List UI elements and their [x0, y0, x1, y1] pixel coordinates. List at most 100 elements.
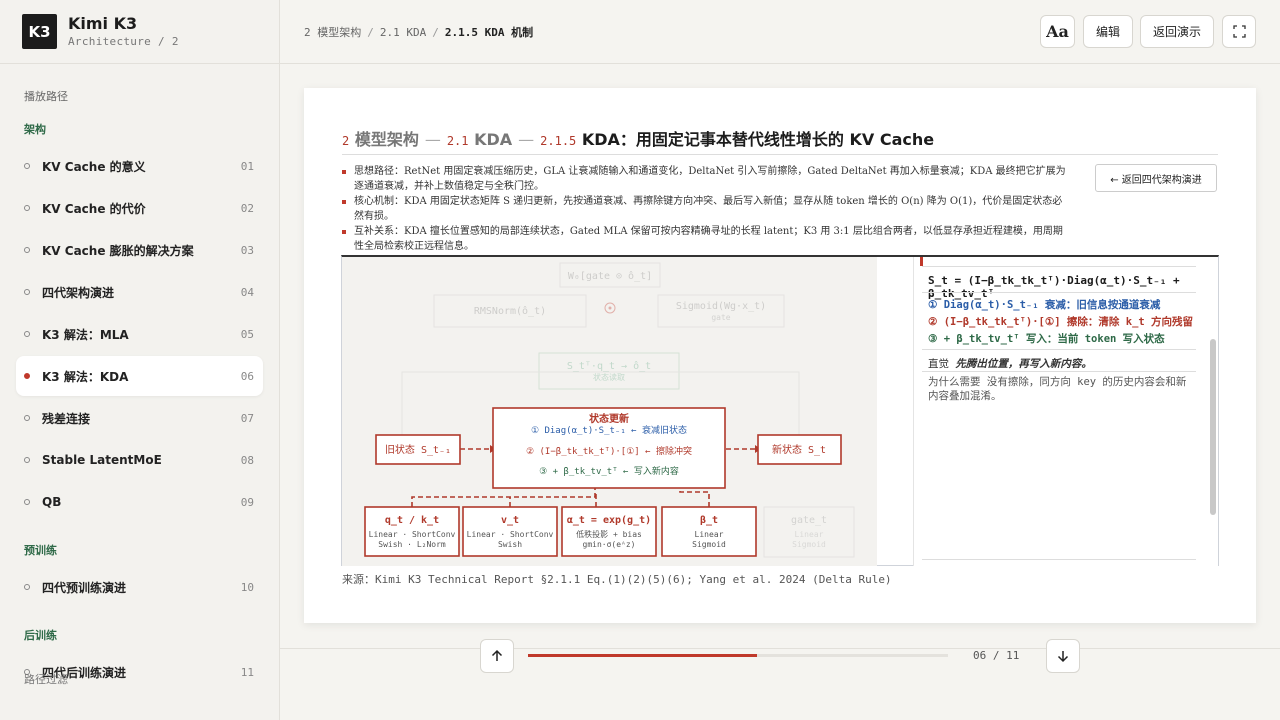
bullet-item: 核心机制：KDA 用固定状态矩阵 S 递归更新，先按通道衰减、再擦除键方向冲突、… [342, 194, 1072, 224]
font-button[interactable]: Aa [1040, 15, 1075, 48]
slide-counter: 06 / 11 [973, 649, 1020, 662]
arrow-down-icon [1057, 651, 1069, 663]
bullet-item: 互补关系：KDA 擅长位置感知的局部连续状态，Gated MLA 保留可按内容精… [342, 224, 1072, 254]
sidebar-item[interactable]: Stable LatentMoE 08 [16, 440, 263, 480]
slide: 2 模型架构 —2.1 KDA —2.1.5 KDA：用固定记事本替代线性增长的 K… [304, 88, 1256, 623]
sidebar-item-label: 四代后训练演进 [42, 665, 127, 680]
kda-diagram: W₀[gate ⊙ ô_t] RMSNorm(ô_t) Sigmoid(Wg·x… [342, 257, 877, 566]
alpha-input-title: α_t = exp(g_t) [567, 515, 651, 526]
sidebar-item-active[interactable]: K3 解法：KDA 06 [16, 356, 263, 396]
progress-track[interactable] [528, 654, 948, 657]
bullet-list: 思想路径：RetNet 用固定衰减压缩历史，GLA 让衰减随输入和通道变化，De… [342, 164, 1072, 254]
state-update-line1: ① Diag(α_t)·S_t₋₁ ← 衰减旧状态 [531, 424, 687, 436]
nav-dot-icon [24, 373, 30, 379]
sidebar-item-label: KV Cache 的代价 [42, 201, 146, 216]
sidebar-item[interactable]: KV Cache 的意义 01 [16, 146, 263, 186]
sidebar-item-num: 08 [240, 453, 254, 467]
title-section: KDA [474, 130, 513, 149]
sidebar-item-num: 04 [240, 285, 254, 299]
sidebar-item-label: K3 解法：MLA [42, 327, 129, 342]
brand-logo: K3 [22, 14, 57, 49]
expand-icon [1232, 25, 1246, 38]
sidebar-item-num: 07 [240, 411, 254, 425]
formula-panel[interactable]: S_t = (I−β_tk_tk_tᵀ)·Diag(α_t)·S_t₋₁ + β… [913, 257, 1218, 566]
v-input-title: v_t [501, 515, 519, 526]
sidebar-item[interactable]: QB 09 [16, 482, 263, 522]
beta-input-l2: Sigmoid [692, 540, 726, 549]
state-update-title: 状态更新 [589, 412, 629, 425]
route-filter-label[interactable]: 路径过滤 [24, 671, 68, 687]
panel-divider [922, 371, 1196, 372]
sidebar-item-num: 02 [240, 201, 254, 215]
title-main: KDA：用固定记事本替代线性增长的 KV Cache [581, 130, 935, 149]
old-state-label: 旧状态 S_t₋₁ [385, 443, 451, 456]
panel-divider [922, 349, 1196, 350]
panel-step1: ① Diag(α_t)·S_t₋₁ 衰减：旧信息按通道衰减 [928, 299, 1161, 311]
title-section: 模型架构 [354, 130, 419, 149]
beta-input-l1: Linear [695, 530, 724, 539]
sidebar-item[interactable]: KV Cache 的代价 02 [16, 188, 263, 228]
sidebar-item-num: 01 [240, 159, 254, 173]
slide-title: 2 模型架构 —2.1 KDA —2.1.5 KDA：用固定记事本替代线性增长的 K… [342, 130, 935, 149]
alpha-input-l1: 低秩投影 + bias [576, 529, 642, 539]
state-update-line3: ③ + β_tk_tv_tᵀ ← 写入新内容 [539, 465, 679, 477]
panel-scrollbar[interactable] [1210, 339, 1216, 515]
sidebar-item-label: KV Cache 的意义 [42, 159, 146, 174]
state-read-label: S_tᵀ·q_t → ô_t [567, 360, 651, 372]
v-input-l2: Swish [498, 540, 522, 549]
qk-input-l2: Swish · L₂Norm [378, 540, 446, 549]
edit-button[interactable]: 编辑 [1083, 15, 1133, 48]
breadcrumb-item[interactable]: 2 模型架构 [304, 26, 361, 39]
breadcrumb-item[interactable]: 2.1 KDA [380, 26, 426, 39]
panel-marker [920, 257, 923, 266]
brand-subtitle: Architecture / 2 [68, 34, 179, 48]
next-slide-button[interactable] [1046, 639, 1080, 673]
fullscreen-button[interactable] [1222, 15, 1256, 48]
sidebar: K3 Kimi K3 Architecture / 2 播放路径 架构 KV C… [0, 0, 280, 720]
progress-fill [528, 654, 757, 657]
state-read-sub: 状态读取 [593, 372, 625, 382]
back-to-presentation-button[interactable]: 返回演示 [1140, 15, 1214, 48]
sigmoid-sub: gate [711, 313, 730, 322]
qk-input-l1: Linear · ShortConv [369, 530, 456, 539]
intuition-text: 先腾出位置，再写入新内容。 [955, 358, 1092, 370]
brand: K3 Kimi K3 Architecture / 2 [0, 0, 279, 64]
nav-dot-icon [24, 247, 30, 253]
back-to-arch-button[interactable]: ← 返回四代架构演进 [1095, 164, 1217, 192]
sidebar-item[interactable]: 四代架构演进 04 [16, 272, 263, 312]
nav-dot-icon [24, 205, 30, 211]
sidebar-item-label: 四代预训练演进 [42, 580, 127, 595]
bottom-nav: 06 / 11 [280, 639, 1280, 720]
nav-dot-icon [24, 331, 30, 337]
alpha-input-l2: gmin·σ(eᴬz) [583, 540, 636, 549]
sidebar-item[interactable]: K3 解法：MLA 05 [16, 314, 263, 354]
nav-dot-icon [24, 289, 30, 295]
sidebar-item[interactable]: 残差连接 07 [16, 398, 263, 438]
v-input-l1: Linear · ShortConv [467, 530, 554, 539]
nav-dot-icon [24, 457, 30, 463]
prev-slide-button[interactable] [480, 639, 514, 673]
sidebar-item-num: 05 [240, 327, 254, 341]
panel-why: 为什么需要 没有擦除，同方向 key 的历史内容会和新内容叠加混淆。 [928, 375, 1188, 403]
gate-input-l2: Sigmoid [792, 540, 826, 549]
sidebar-item-num: 03 [240, 243, 254, 257]
nav-dot-icon [24, 163, 30, 169]
diagram-svg: W₀[gate ⊙ ô_t] RMSNorm(ô_t) Sigmoid(Wg·x… [364, 262, 855, 558]
source-note: 来源：Kimi K3 Technical Report §2.1.1 Eq.(1… [342, 573, 892, 586]
sidebar-item-num: 06 [240, 369, 254, 383]
title-num: 2.1.5 [540, 134, 577, 148]
sidebar-item[interactable]: KV Cache 膨胀的解决方案 03 [16, 230, 263, 270]
sidebar-item-label: Stable LatentMoE [42, 453, 162, 467]
panel-divider [922, 559, 1196, 560]
title-divider [342, 154, 1218, 155]
sidebar-item-label: K3 解法：KDA [42, 369, 129, 384]
qk-input-title: q_t / k_t [385, 515, 439, 526]
sidebar-item[interactable]: 四代预训练演进 10 [16, 567, 263, 607]
intuition-label: 直觉 [928, 358, 949, 370]
sidebar-item-label: QB [42, 495, 62, 509]
route-label: 播放路径 [24, 90, 68, 103]
output-proj-label: W₀[gate ⊙ ô_t] [568, 270, 652, 282]
arrow-up-icon [491, 649, 503, 661]
breadcrumb: 2 模型架构/2.1 KDA/2.1.5 KDA 机制 [304, 26, 534, 39]
beta-input-title: β_t [700, 515, 718, 526]
